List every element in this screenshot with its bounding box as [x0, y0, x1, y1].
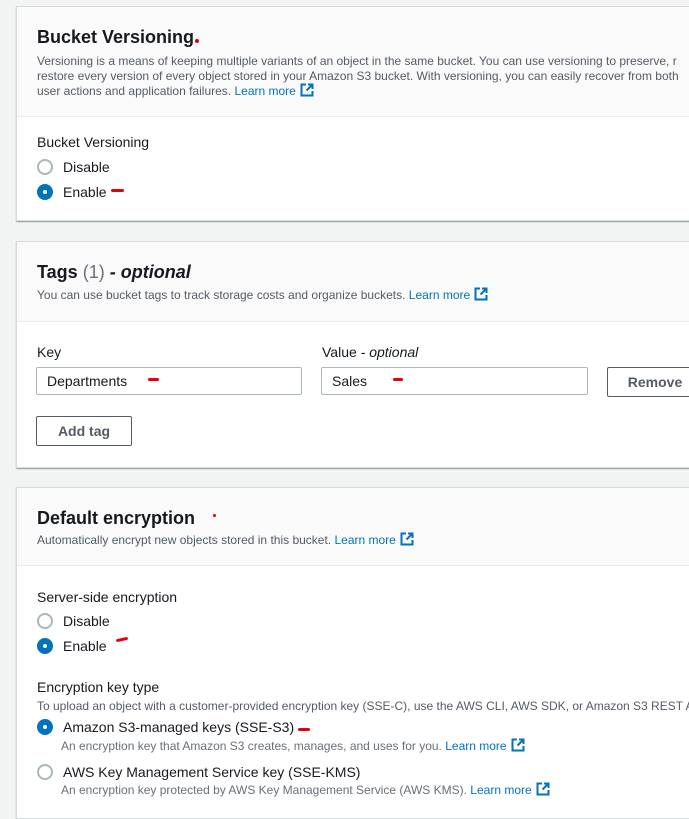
external-link-icon [300, 83, 314, 97]
annotation-dash [298, 728, 310, 731]
default-encryption-header: Default encryption Automatically encrypt… [17, 488, 689, 566]
tag-key-label: Key [37, 344, 62, 360]
remove-tag-button[interactable]: Remove [607, 367, 689, 397]
tag-value-input[interactable]: Sales [321, 367, 588, 395]
sse-enable-label: Enable [63, 638, 107, 654]
tag-value-optional: - optional [360, 344, 419, 360]
radio-unchecked-icon[interactable] [37, 159, 53, 175]
sse-kms-desc: An encryption key protected by AWS Key M… [61, 782, 550, 797]
tags-optional: - optional [109, 262, 191, 282]
encryption-key-type-label: Encryption key type [37, 679, 160, 695]
radio-checked-icon[interactable] [37, 184, 53, 200]
sse-enable-radio[interactable]: Enable [37, 636, 107, 656]
external-link-icon [474, 287, 488, 301]
sse-s3-desc-text: An encryption key that Amazon S3 creates… [61, 739, 442, 753]
tag-value-label: Value - optional [322, 344, 418, 360]
external-link-icon [536, 782, 550, 796]
tag-value-label-text: Value [322, 344, 357, 360]
annotation-dash [148, 378, 159, 381]
bucket-versioning-field-label: Bucket Versioning [37, 134, 150, 150]
external-link-icon [511, 738, 525, 752]
sse-s3-radio[interactable]: Amazon S3-managed keys (SSE-S3) [37, 717, 294, 737]
tags-header: Tags (1) - optional You can use bucket t… [17, 242, 689, 322]
annotation-dash [111, 189, 124, 192]
sse-disable-radio[interactable]: Disable [37, 611, 110, 631]
versioning-disable-radio[interactable]: Disable [37, 157, 110, 177]
tag-key-input[interactable]: Departments [36, 367, 302, 395]
tags-desc: You can use bucket tags to track storage… [37, 287, 488, 303]
tags-title: Tags (1) - optional [37, 262, 191, 283]
sse-s3-label: Amazon S3-managed keys (SSE-S3) [63, 719, 295, 735]
default-encryption-title-text: Default encryption [37, 508, 196, 528]
radio-unchecked-icon[interactable] [37, 613, 53, 629]
annotation-dot [195, 39, 199, 43]
bucket-versioning-desc-text: user actions and application failures. [37, 84, 232, 98]
tags-count: (1) [82, 262, 105, 282]
tags-panel: Tags (1) - optional You can use bucket t… [16, 241, 689, 468]
radio-checked-icon[interactable] [37, 719, 53, 735]
bucket-versioning-desc-line2: restore every version of every object st… [37, 69, 679, 83]
sse-kms-label: AWS Key Management Service key (SSE-KMS) [63, 764, 361, 780]
radio-checked-icon[interactable] [37, 638, 53, 654]
default-encryption-desc-text: Automatically encrypt new objects stored… [37, 533, 332, 547]
default-encryption-panel: Default encryption Automatically encrypt… [16, 487, 689, 819]
sse-s3-learn-more-link[interactable]: Learn more [445, 739, 506, 753]
external-link-icon [400, 532, 414, 546]
add-tag-button[interactable]: Add tag [36, 416, 132, 446]
sse-kms-learn-more-link[interactable]: Learn more [470, 783, 531, 797]
sse-disable-label: Disable [63, 613, 110, 629]
sse-s3-desc: An encryption key that Amazon S3 creates… [61, 738, 525, 753]
bucket-versioning-title-text: Bucket Versioning [37, 27, 195, 47]
tags-title-text: Tags [37, 262, 78, 282]
tags-desc-text: You can use bucket tags to track storage… [37, 288, 406, 302]
versioning-disable-label: Disable [63, 159, 110, 175]
versioning-enable-label: Enable [63, 184, 107, 200]
annotation-dash [393, 378, 403, 381]
annotation-dot [213, 514, 216, 517]
bucket-versioning-desc-line3: user actions and application failures. L… [37, 83, 314, 99]
default-encryption-desc: Automatically encrypt new objects stored… [37, 532, 414, 548]
radio-unchecked-icon[interactable] [37, 764, 53, 780]
bucket-versioning-desc-line1: Versioning is a means of keeping multipl… [37, 54, 677, 68]
versioning-enable-radio[interactable]: Enable [37, 182, 107, 202]
bucket-versioning-header: Bucket Versioning Versioning is a means … [17, 7, 689, 117]
tags-learn-more-link[interactable]: Learn more [409, 288, 470, 302]
sse-kms-radio[interactable]: AWS Key Management Service key (SSE-KMS) [37, 762, 360, 782]
versioning-learn-more-link[interactable]: Learn more [234, 84, 295, 98]
server-side-encryption-label: Server-side encryption [37, 589, 178, 605]
bucket-versioning-title: Bucket Versioning [37, 27, 194, 48]
encryption-key-type-desc: To upload an object with a customer-prov… [37, 699, 689, 713]
encryption-learn-more-link[interactable]: Learn more [334, 533, 395, 547]
default-encryption-title: Default encryption [37, 508, 195, 529]
sse-kms-desc-text: An encryption key protected by AWS Key M… [61, 783, 467, 797]
